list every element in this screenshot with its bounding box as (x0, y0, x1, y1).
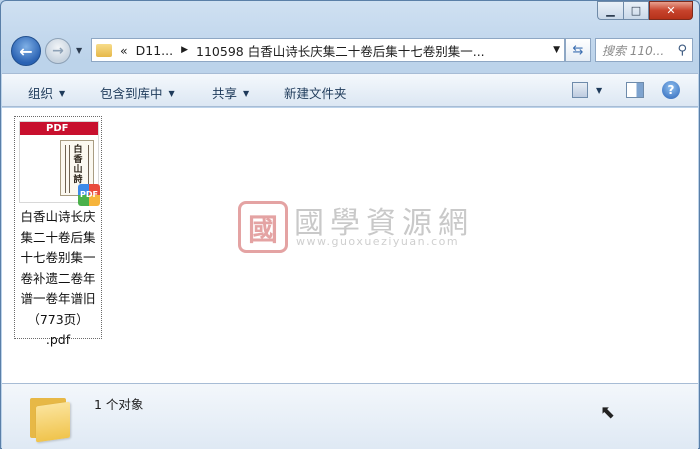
caption-buttons: ▁ □ ✕ (597, 1, 693, 20)
item-count: 1 个对象 (94, 397, 144, 412)
share-label: 共享 (212, 86, 238, 101)
pdf-app-badge-icon: PDF (78, 184, 100, 206)
address-bar[interactable]: « D11... ▶ 110598 白香山诗长庆集二十卷后集十七卷别集一... … (91, 38, 565, 62)
book-cover-title: 白香山詩 (73, 145, 83, 185)
explorer-window: ▁ □ ✕ ← → ▼ « D11... ▶ 110598 白香山诗长庆集二十卷… (0, 0, 700, 449)
change-view-icon[interactable] (572, 82, 588, 98)
chevron-down-icon: ▼ (59, 89, 66, 98)
preview-pane-icon[interactable] (626, 82, 644, 98)
command-bar: 组织 ▼ 包含到库中 ▼ 共享 ▼ 新建文件夹 ▼ ? (2, 73, 698, 107)
minimize-button[interactable]: ▁ (597, 1, 623, 20)
include-in-library-label: 包含到库中 (100, 86, 163, 101)
organize-menu[interactable]: 组织 ▼ (28, 83, 65, 102)
organize-label: 组织 (28, 86, 54, 101)
search-placeholder: 搜索 110... (602, 43, 665, 58)
search-icon[interactable]: ⚲ (677, 43, 687, 58)
folder-icon (30, 392, 72, 443)
watermark-url: www.guoxueziyuan.com (296, 235, 460, 248)
share-menu[interactable]: 共享 ▼ (212, 83, 249, 102)
search-input[interactable]: 搜索 110... ⚲ (595, 38, 693, 62)
file-list[interactable]: PDF 白香山詩 PDF 白香山诗长庆 集二十卷后集 十七卷别集一 卷补遗二卷年… (2, 108, 698, 383)
chevron-down-icon: ▼ (243, 89, 250, 98)
back-button[interactable]: ← (11, 36, 41, 66)
close-button[interactable]: ✕ (649, 1, 693, 20)
new-folder-button[interactable]: 新建文件夹 (284, 83, 347, 102)
breadcrumb-item-drive[interactable]: D11... (136, 43, 173, 58)
file-name[interactable]: 白香山诗长庆 集二十卷后集 十七卷别集一 卷补遗二卷年 谱一卷年谱旧 （773页… (17, 207, 99, 351)
maximize-button[interactable]: □ (623, 1, 649, 20)
navigation-bar: ← → ▼ « D11... ▶ 110598 白香山诗长庆集二十卷后集十七卷别… (9, 33, 693, 67)
breadcrumb-separator-icon[interactable]: ▶ (181, 45, 188, 55)
recent-pages-arrow[interactable]: ▼ (76, 46, 82, 55)
chevron-down-icon[interactable]: ▼ (596, 86, 602, 95)
file-item-pdf[interactable]: PDF 白香山詩 PDF 白香山诗长庆 集二十卷后集 十七卷别集一 卷补遗二卷年… (14, 116, 102, 347)
forward-button[interactable]: → (45, 38, 71, 64)
details-pane: 1 个对象 ⬉ (2, 383, 698, 449)
pdf-banner: PDF (20, 122, 98, 135)
folder-icon (96, 43, 112, 57)
watermark-logo: 國 (238, 201, 288, 253)
mouse-cursor-icon: ⬉ (600, 402, 616, 423)
pdf-thumbnail: PDF 白香山詩 PDF (19, 121, 100, 206)
breadcrumb-item-folder[interactable]: 110598 白香山诗长庆集二十卷后集十七卷别集一... (196, 41, 485, 60)
refresh-button[interactable]: ⇆ (565, 38, 591, 62)
address-dropdown-arrow[interactable]: ▼ (553, 45, 560, 55)
help-icon[interactable]: ? (662, 81, 680, 99)
chevron-down-icon: ▼ (168, 89, 175, 98)
address-overflow-chevron[interactable]: « (120, 43, 128, 58)
include-in-library-menu[interactable]: 包含到库中 ▼ (100, 83, 175, 102)
